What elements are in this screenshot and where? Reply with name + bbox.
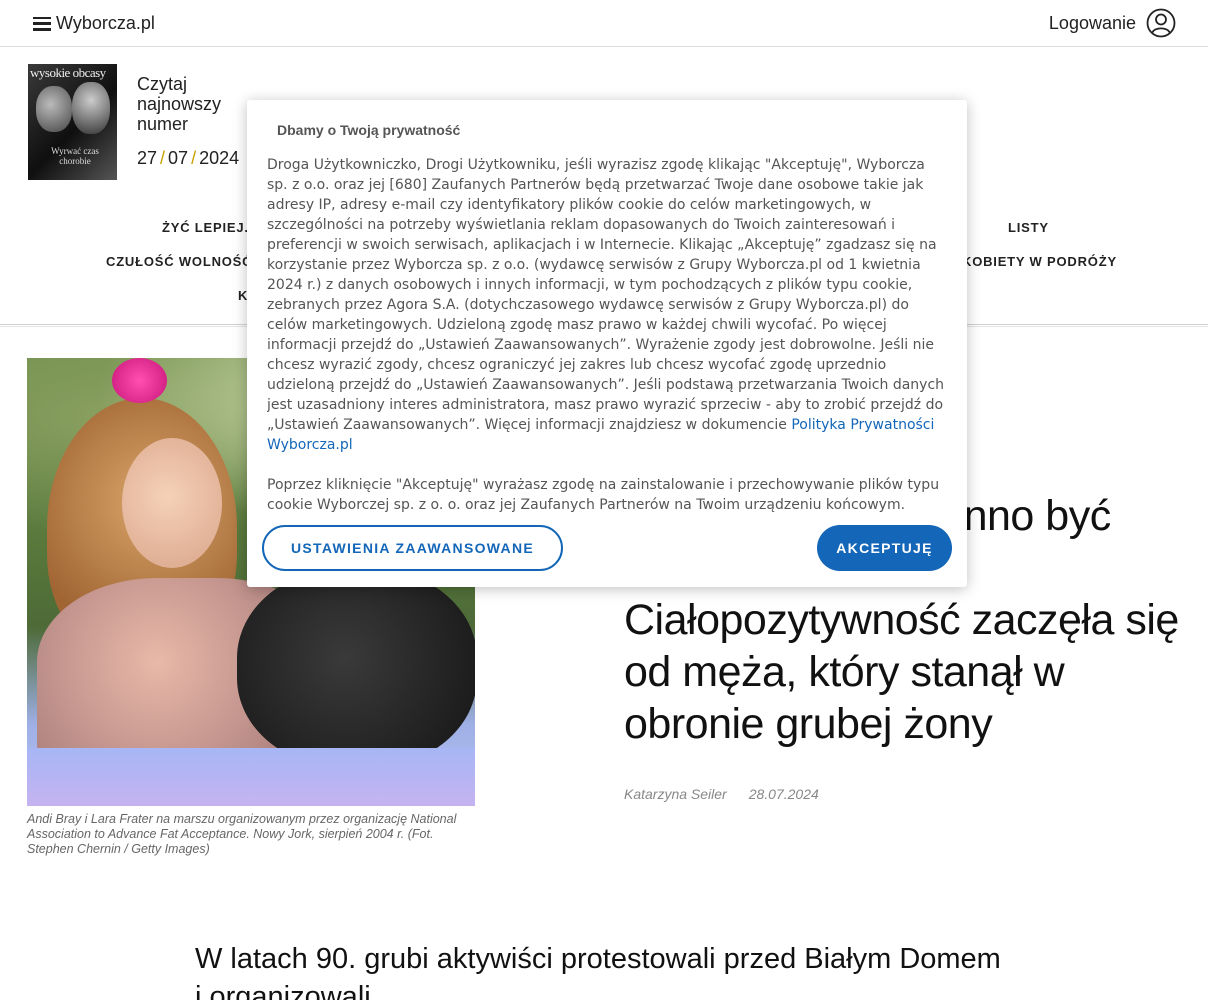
- consent-dialog: Dbamy o Twoją prywatność Droga Użytkowni…: [247, 100, 967, 587]
- article-lead: W latach 90. grubi aktywiści protestowal…: [195, 943, 1001, 1000]
- brand-link[interactable]: Wyborcza.pl: [56, 13, 155, 34]
- publish-date: 28.07.2024: [748, 786, 819, 802]
- date-day: 27: [137, 148, 158, 168]
- consent-paragraph: Droga Użytkowniczko, Drogi Użytkowniku, …: [267, 155, 949, 455]
- image-caption: Andi Bray i Lara Frater na marszu organi…: [27, 812, 457, 856]
- nav-item[interactable]: LISTY: [1008, 220, 1049, 235]
- byline: Katarzyna Seiler 28.07.2024: [624, 786, 819, 802]
- login-button[interactable]: Logowanie: [1049, 8, 1176, 38]
- author[interactable]: Katarzyna Seiler: [624, 786, 727, 802]
- login-label: Logowanie: [1048, 12, 1136, 33]
- user-icon: [1146, 8, 1176, 38]
- magazine-cover[interactable]: wysokie obcasy Wyrwać czas chorobie: [28, 64, 117, 180]
- date-month: 07: [168, 148, 189, 168]
- advanced-settings-button[interactable]: USTAWIENIA ZAAWANSOWANE: [262, 525, 563, 571]
- consent-body[interactable]: Droga Użytkowniczko, Drogi Użytkowniku, …: [267, 155, 949, 513]
- top-bar: Wyborcza.pl Logowanie: [0, 0, 1208, 47]
- menu-button[interactable]: Wyborcza.pl: [33, 13, 155, 34]
- nav-item[interactable]: CZUŁOŚĆ WOLNOŚĆ: [106, 254, 252, 269]
- cover-photo: [72, 82, 110, 134]
- consent-title: Dbamy o Twoją prywatność: [277, 122, 461, 138]
- magazine-cover-line: Wyrwać czas chorobie: [51, 146, 99, 166]
- cover-photo: [36, 86, 72, 132]
- date-year: 2024: [199, 148, 240, 168]
- nav-item[interactable]: KOBIETY W PODRÓŻY: [962, 254, 1117, 269]
- consent-text: Droga Użytkowniczko, Drogi Użytkowniku, …: [267, 157, 945, 433]
- consent-paragraph: Poprzez kliknięcie "Akceptuję" wyrażasz …: [267, 477, 940, 513]
- headline-line: Ciałopozytywność zaczęła się od męża, kt…: [624, 596, 1179, 748]
- hamburger-icon: [33, 16, 51, 31]
- nav-item[interactable]: ŻYĆ LEPIEJ.: [162, 220, 249, 235]
- accept-button[interactable]: AKCEPTUJĘ: [817, 525, 952, 571]
- magazine-date: 27/07/2024: [137, 148, 240, 168]
- magazine-cover-title: wysokie obcasy: [30, 65, 106, 80]
- magazine-cta[interactable]: Czytaj najnowszy numer: [137, 74, 257, 134]
